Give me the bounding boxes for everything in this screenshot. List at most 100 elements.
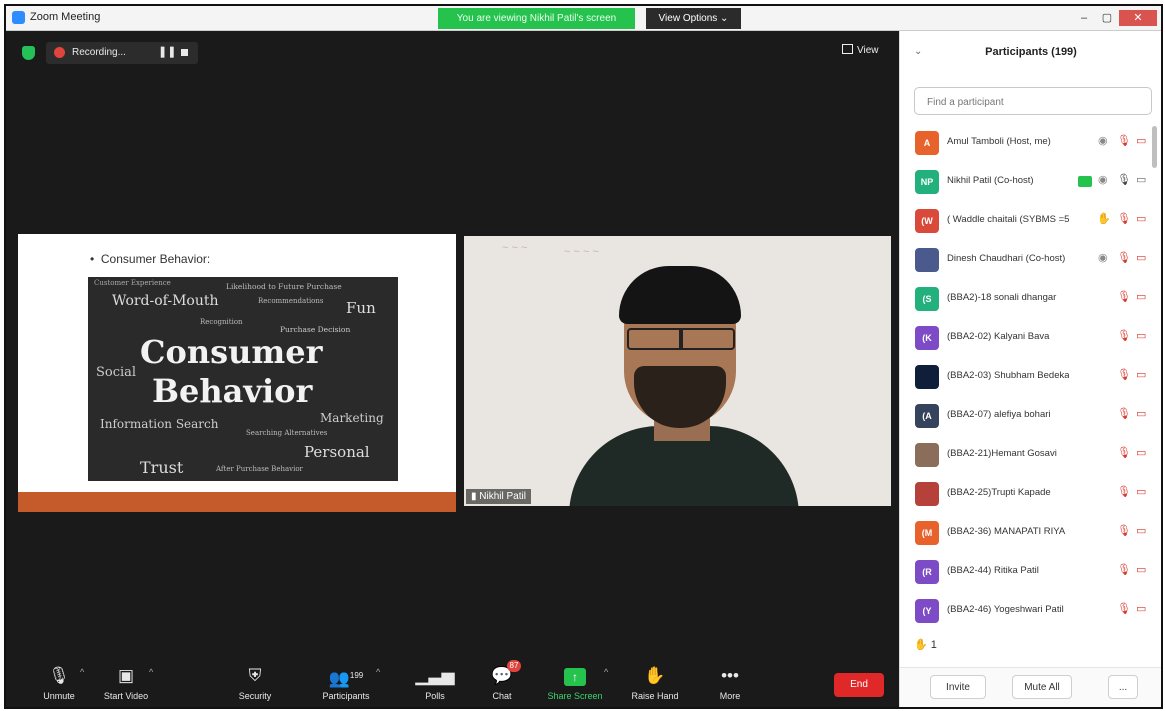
video-off-icon[interactable]: ▭ [1136,251,1146,264]
participant-row[interactable]: (BBA2-21)Hemant Gosavi 🎙 ▭ [900,436,1161,475]
muted-mic-icon[interactable]: 🎙 [1117,485,1131,498]
muted-mic-icon[interactable]: 🎙 [1117,602,1131,615]
muted-mic-icon[interactable]: 🎙 [1117,563,1131,576]
raise-hand-button[interactable]: ✋ Raise Hand [620,661,690,707]
video-off-icon[interactable]: ▭ [1136,329,1146,342]
wordcloud-word: Fun [346,299,376,317]
chevron-up-icon[interactable]: ^ [604,667,608,677]
avatar: (R [915,560,939,584]
participants-icon: 👥199 [328,669,364,688]
pause-recording-icon[interactable]: ❚❚ [158,45,176,58]
start-video-label: Start Video [103,691,149,701]
video-off-icon[interactable]: ▭ [1136,368,1146,381]
participant-row[interactable]: (W ( Waddle chaitali (SYBMS =59 ✋ 🎙 ▭ [900,202,1161,241]
mute-all-button[interactable]: Mute All [1012,675,1072,699]
participant-list-scrollbar[interactable] [1152,126,1157,168]
muted-mic-icon[interactable]: 🎙 [1117,290,1131,303]
polls-button[interactable]: ▁▃▅ Polls [400,661,470,707]
participant-row[interactable]: Dinesh Chaudhari (Co-host) ◉ 🎙 ▭ [900,241,1161,280]
participant-row[interactable]: (M (BBA2-36) MANAPATI RIYA 🎙 ▭ [900,514,1161,553]
security-button[interactable]: ⛨ Security [220,661,290,707]
wordcloud-word: Likelihood to Future Purchase [226,282,342,291]
muted-mic-icon[interactable]: 🎙 [1117,134,1131,147]
chevron-up-icon[interactable]: ^ [149,667,153,677]
participants-button[interactable]: 👥199 ^ Participants [306,661,386,707]
video-off-icon[interactable]: ▭ [1136,563,1146,576]
share-screen-button[interactable]: ↑ ^ Share Screen [540,661,610,707]
video-icon[interactable]: ▭ [1136,173,1146,186]
wordcloud-word: Customer Experience [94,279,171,287]
participant-row[interactable]: (Y (BBA2-46) Yogeshwari Patil 🎙 ▭ [900,592,1161,631]
muted-mic-icon[interactable]: 🎙 [1117,446,1131,459]
participant-row[interactable]: (S (BBA2)-18 sonali dhangar 🎙 ▭ [900,280,1161,319]
video-off-icon[interactable]: ▭ [1136,485,1146,498]
muted-mic-icon[interactable]: 🎙 [1117,524,1131,537]
minimize-icon[interactable]: – [1073,10,1095,26]
chevron-up-icon[interactable]: ^ [80,667,84,677]
view-options-button[interactable]: View Options ⌄ [646,8,741,29]
stop-recording-icon[interactable] [181,49,188,56]
more-button[interactable]: ••• More [695,661,765,707]
participant-row[interactable]: (BBA2-03) Shubham Bedekar 🎙 ▭ [900,358,1161,397]
view-layout-button[interactable]: View [842,44,879,56]
wordcloud-word: Behavior [152,372,313,410]
participants-label: Participants [322,691,370,701]
shared-slide: • Consumer Behavior: Customer Experience… [18,234,456,512]
chevron-up-icon[interactable]: ^ [376,667,380,677]
mic-icon[interactable]: 🎙 [1117,173,1131,186]
start-video-button[interactable]: ▣ ^ Start Video [91,661,161,707]
participant-name: (BBA2-36) MANAPATI RIYA [947,526,1066,537]
raised-hand-icon: ✋ [914,639,928,651]
avatar [915,443,939,467]
close-icon[interactable]: ✕ [1119,10,1157,26]
muted-mic-icon[interactable]: 🎙 [1117,329,1131,342]
participant-search-input[interactable] [925,93,1144,111]
muted-mic-icon[interactable]: 🎙 [1117,251,1131,264]
avatar [915,482,939,506]
muted-mic-icon[interactable]: 🎙 [1117,368,1131,381]
avatar: (Y [915,599,939,623]
participant-name: (BBA2-25)Trupti Kapade [947,487,1051,498]
avatar: (W [915,209,939,233]
wordcloud-word: Word-of-Mouth [112,293,219,309]
video-off-icon[interactable]: ▭ [1136,134,1146,147]
participant-name: (BBA2-44) Ritika Patil [947,565,1039,576]
more-options-button[interactable]: ... [1108,675,1138,699]
recording-icon: ◉ [1098,174,1108,186]
video-off-icon[interactable]: ▭ [1136,602,1146,615]
recording-icon [54,47,65,58]
video-off-icon[interactable]: ▭ [1136,524,1146,537]
participant-row[interactable]: (R (BBA2-44) Ritika Patil 🎙 ▭ [900,553,1161,592]
end-meeting-button[interactable]: End [834,673,884,697]
wordcloud-word: After Purchase Behavior [216,465,303,473]
more-label: More [719,691,741,701]
participant-row[interactable]: (A (BBA2-07) alefiya bohari 🎙 ▭ [900,397,1161,436]
participant-row[interactable]: NP Nikhil Patil (Co-host) ◉ 🎙 ▭ [900,163,1161,202]
unmute-button[interactable]: 🎙 ^ Unmute [24,661,94,707]
video-name-text: Nikhil Patil [479,491,526,502]
view-label: View [857,45,879,56]
video-off-icon[interactable]: ▭ [1136,290,1146,303]
encryption-shield-icon[interactable] [22,46,35,60]
video-off-icon[interactable]: ▭ [1136,407,1146,420]
wordcloud-word: Personal [304,443,370,461]
participant-row[interactable]: (BBA2-25)Trupti Kapade 🎙 ▭ [900,475,1161,514]
chat-button[interactable]: 💬 87 Chat [467,660,537,707]
participant-row[interactable]: A Amul Tamboli (Host, me) ◉ 🎙 ▭ [900,124,1161,163]
muted-mic-icon[interactable]: 🎙 [1117,407,1131,420]
invite-button[interactable]: Invite [930,675,986,699]
maximize-icon[interactable]: ▢ [1096,10,1118,26]
polls-icon: ▁▃▅ [415,666,455,685]
whiteboard-scribble: ~ ~ ~ [502,242,528,254]
ellipsis-icon: ••• [721,666,739,685]
participant-name: ( Waddle chaitali (SYBMS =59 [947,214,1069,225]
video-off-icon[interactable]: ▭ [1136,212,1146,225]
wordcloud-word: Recognition [200,318,243,326]
video-off-icon[interactable]: ▭ [1136,446,1146,459]
muted-mic-icon[interactable]: 🎙 [1117,212,1131,225]
avatar [915,248,939,272]
video-tile[interactable]: ~ ~ ~ ~ ~ ~ ~ ▮ Nikhil Patil [464,236,891,506]
participant-row[interactable]: (K (BBA2-02) Kalyani Bava 🎙 ▭ [900,319,1161,358]
participant-search[interactable] [914,87,1152,115]
avatar: (S [915,287,939,311]
